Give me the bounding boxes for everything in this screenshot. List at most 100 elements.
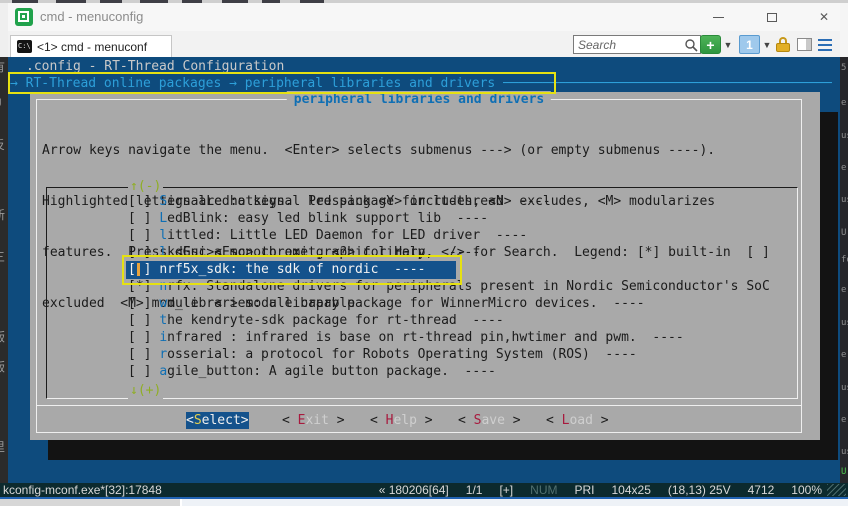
background-text-fragment: 有 xyxy=(0,58,5,75)
menu-item-hotkey: r xyxy=(159,347,167,362)
button-bracket: < xyxy=(186,413,194,428)
menu-item-text: m_libraries: a library package for Winne… xyxy=(167,296,644,311)
view-pane-button[interactable] xyxy=(796,35,813,54)
console-number: 1 xyxy=(746,38,753,52)
screen: 有U反F新三0版版0里纟 5euseusUfoeuseuseusU cmd - … xyxy=(0,0,848,506)
conemu-app-icon xyxy=(15,8,33,26)
resize-grip[interactable] xyxy=(827,484,846,496)
dialog-button-load[interactable]: < Load > xyxy=(546,412,609,429)
instruction-line: Arrow keys navigate the menu. <Enter> se… xyxy=(42,142,770,159)
menu-item[interactable]: [ ] the kendryte-sdk package for rt-thre… xyxy=(128,312,504,329)
status-bar: kconfig-mconf.exe*[32]:17848 « 180206[64… xyxy=(0,483,848,497)
menu-item-text: [ ] xyxy=(128,194,159,209)
background-text-fragment: 版 xyxy=(0,358,5,375)
background-text-fragment: fo xyxy=(841,255,848,265)
menu-item[interactable]: [ ] SignalLed:a signal led package for r… xyxy=(128,193,551,210)
statusbar-segments: « 180206[64]1/1[+]NUMPRI104x25(18,13) 25… xyxy=(362,483,822,497)
background-text-fragment: U xyxy=(841,467,846,477)
menu-item-text: [ ] xyxy=(128,330,159,345)
button-label: ave xyxy=(481,413,504,428)
background-text-fragment: us xyxy=(841,131,848,141)
statusbar-segment: « 180206[64] xyxy=(379,483,449,497)
button-bracket: < xyxy=(282,413,298,428)
menu-item-text: [ ] xyxy=(128,313,159,328)
statusbar-segment: (18,13) 25V xyxy=(668,483,731,497)
statusbar-process: kconfig-mconf.exe*[32]:17848 xyxy=(3,483,162,497)
button-divider xyxy=(36,405,802,406)
button-bracket: > xyxy=(241,413,249,428)
button-bracket: > xyxy=(505,413,521,428)
menu-item-text: [ ] xyxy=(128,228,159,243)
statusbar-segment: [+] xyxy=(499,483,513,497)
tab-cmd-menuconf[interactable]: C:\ <1> cmd - menuconf xyxy=(10,35,172,57)
button-label: elp xyxy=(393,413,416,428)
scroll-down-indicator: ↓(+) xyxy=(128,382,163,399)
menu-item-hotkey: a xyxy=(159,364,167,379)
minimize-icon xyxy=(713,17,724,18)
menu-item[interactable]: [ ] infrared : infrared is base on rt-th… xyxy=(128,329,684,346)
button-label: xit xyxy=(305,413,328,428)
background-text-fragment: U xyxy=(841,228,846,238)
close-button[interactable]: ✕ xyxy=(810,6,838,28)
menu-item-text: osserial: a protocol for Robots Operatin… xyxy=(167,347,637,362)
background-right-cap xyxy=(840,3,848,57)
new-console-dropdown[interactable]: ▼ xyxy=(723,35,733,54)
menu-item-text: [ ] xyxy=(128,364,159,379)
statusbar-segment: 4712 xyxy=(748,483,775,497)
menu-item-text: ignalLed:a signal led package for rt-thr… xyxy=(167,194,551,209)
console-list-dropdown[interactable]: ▼ xyxy=(762,35,772,54)
statusbar-segment: NUM xyxy=(530,483,557,497)
dialog-button-select[interactable]: <Select> xyxy=(186,412,249,429)
statusbar-segment: 1/1 xyxy=(466,483,483,497)
background-text-fragment: 反 xyxy=(0,136,5,153)
active-console-button[interactable]: 1 xyxy=(739,35,760,54)
menu-item[interactable]: [ ] littled: Little LED Daemon for LED d… xyxy=(128,227,527,244)
background-window-right-edge: 5euseusUfoeuseuseusU xyxy=(840,3,848,483)
menu-item-hotkey: w xyxy=(159,296,167,311)
background-text-fragment: 5 xyxy=(841,63,846,73)
background-window-left-edge: 有U反F新三0版版0里纟 xyxy=(0,3,8,483)
button-hotkey: S xyxy=(194,413,202,428)
menu-item[interactable]: [ ] agile_button: A agile button package… xyxy=(128,363,496,380)
background-text-fragment: e xyxy=(841,415,846,425)
button-bracket: < xyxy=(370,413,386,428)
terminal[interactable]: .config - RT-Thread Configuration → RT-T… xyxy=(8,57,840,483)
background-text-fragment: e xyxy=(841,350,846,360)
menu-button[interactable] xyxy=(817,35,833,54)
statusbar-segment: 100% xyxy=(791,483,822,497)
title-bar[interactable]: cmd - menuconfig ✕ xyxy=(8,3,840,31)
taskbar-edge xyxy=(0,499,848,506)
maximize-button[interactable] xyxy=(758,6,786,28)
background-text-fragment: 里 xyxy=(0,438,5,455)
button-bracket: > xyxy=(593,413,609,428)
menu-item-text: [ ] xyxy=(128,296,159,311)
button-label: elect xyxy=(202,413,241,428)
background-text-fragment: e xyxy=(841,98,846,108)
background-left-cap xyxy=(0,3,8,57)
menu-item-hotkey: t xyxy=(159,313,167,328)
search-input[interactable] xyxy=(574,37,678,52)
search-box xyxy=(573,35,701,54)
menu-item-text: [ ] xyxy=(128,211,159,226)
dialog-button-exit[interactable]: < Exit > xyxy=(282,412,345,429)
background-text-fragment: U xyxy=(0,96,2,110)
new-console-button[interactable]: + xyxy=(700,35,721,54)
taskbar-divider xyxy=(180,499,182,506)
plus-icon: + xyxy=(706,38,714,52)
lock-button[interactable] xyxy=(776,35,792,54)
menu-item[interactable]: [ ] LedBlink: easy led blink support lib… xyxy=(128,210,488,227)
menu-item[interactable]: [ ] rosserial: a protocol for Robots Ope… xyxy=(128,346,637,363)
lock-icon xyxy=(776,36,792,53)
background-text-fragment: e xyxy=(841,285,846,295)
tab-label: <1> cmd - menuconf xyxy=(37,40,147,54)
window-title: cmd - menuconfig xyxy=(40,9,143,24)
button-bracket: < xyxy=(458,413,474,428)
minimize-button[interactable] xyxy=(704,6,732,28)
background-text-fragment: us xyxy=(841,383,848,393)
background-text-fragment: 三 xyxy=(0,248,5,265)
dialog-button-save[interactable]: < Save > xyxy=(458,412,521,429)
menu-item[interactable]: [ ] wm_libraries: a library package for … xyxy=(128,295,645,312)
statusbar-segment: 104x25 xyxy=(612,483,651,497)
dialog-button-help[interactable]: < Help > xyxy=(370,412,433,429)
annotation-box-selected-item xyxy=(122,255,462,285)
